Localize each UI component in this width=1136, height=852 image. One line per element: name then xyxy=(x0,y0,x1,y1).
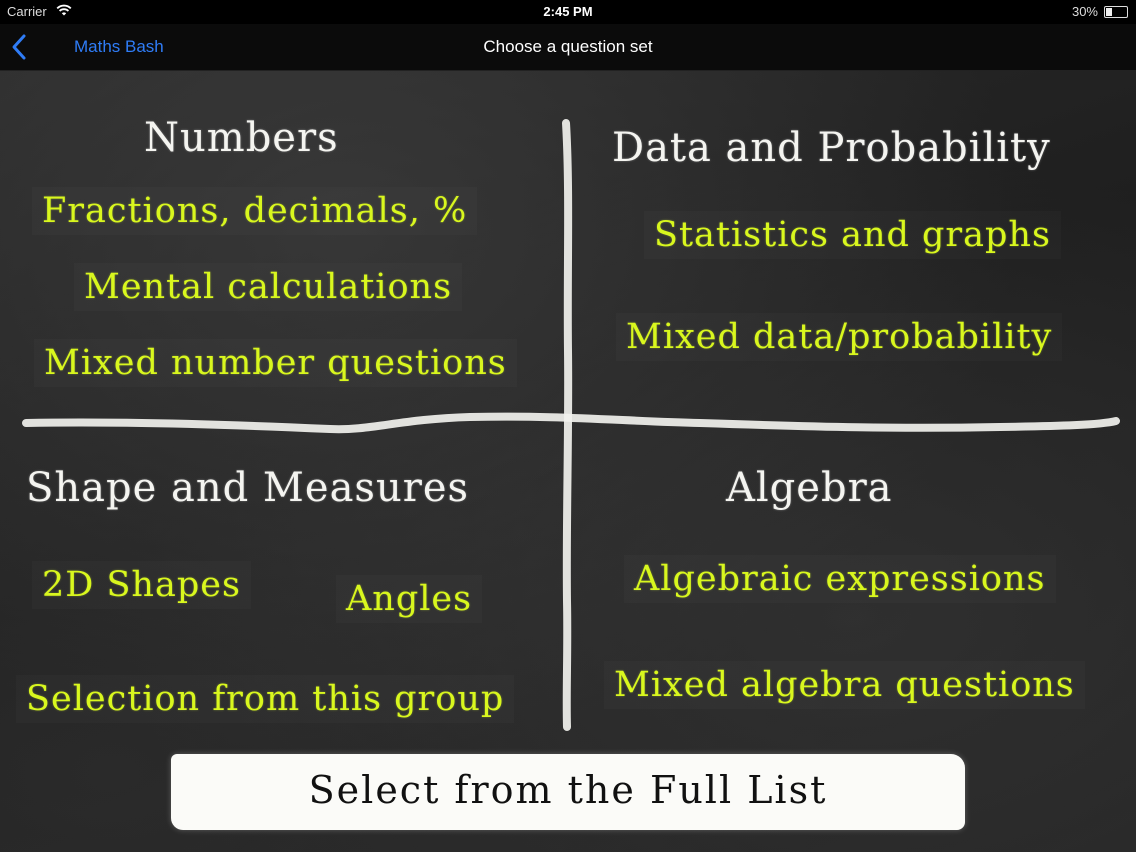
clock: 2:45 PM xyxy=(543,4,593,19)
option-mixed-number-questions[interactable]: Mixed number questions xyxy=(34,339,517,387)
select-full-list-label: Select from the Full List xyxy=(308,768,828,812)
battery-level xyxy=(1106,8,1112,16)
heading-algebra: Algebra xyxy=(726,465,893,511)
option-mixed-data-probability[interactable]: Mixed data/probability xyxy=(616,313,1062,361)
option-algebraic-expressions[interactable]: Algebraic expressions xyxy=(624,555,1056,603)
option-2d-shapes[interactable]: 2D Shapes xyxy=(32,561,251,609)
option-selection-from-group[interactable]: Selection from this group xyxy=(16,675,514,723)
heading-numbers: Numbers xyxy=(144,115,339,161)
option-mental-calculations[interactable]: Mental calculations xyxy=(74,263,462,311)
chalkboard: Numbers Fractions, decimals, % Mental ca… xyxy=(0,71,1136,852)
app-window: Carrier 2:45 PM 30% Maths Bash Choose a … xyxy=(0,0,1136,852)
heading-data-probability: Data and Probability xyxy=(612,125,1051,171)
option-statistics-graphs[interactable]: Statistics and graphs xyxy=(644,211,1061,259)
heading-shape-measures: Shape and Measures xyxy=(26,465,470,511)
battery-percent: 30% xyxy=(1071,4,1098,19)
option-fractions-decimals[interactable]: Fractions, decimals, % xyxy=(32,187,477,235)
battery-icon xyxy=(1104,6,1128,18)
select-full-list-button[interactable]: Select from the Full List xyxy=(171,754,965,830)
navigation-bar: Maths Bash Choose a question set xyxy=(0,24,1136,71)
page-title: Choose a question set xyxy=(483,37,653,56)
option-angles[interactable]: Angles xyxy=(336,575,482,623)
status-bar: Carrier 2:45 PM 30% xyxy=(0,0,1136,24)
option-mixed-algebra-questions[interactable]: Mixed algebra questions xyxy=(604,661,1085,709)
vertical-divider xyxy=(562,119,573,731)
